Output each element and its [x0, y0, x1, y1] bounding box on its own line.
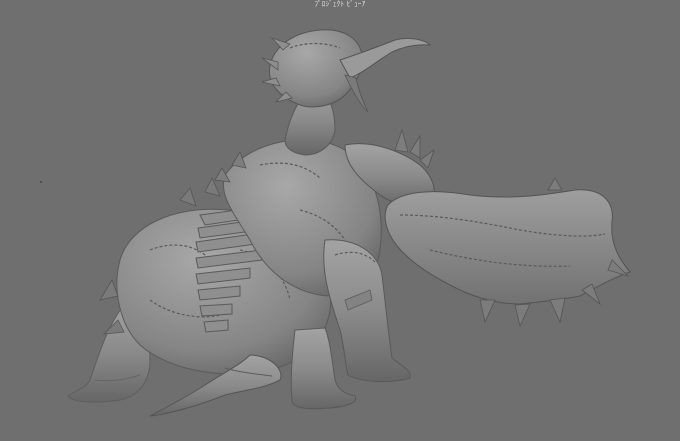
front-leg: [323, 239, 411, 383]
creature-head: [261, 29, 432, 113]
fan-tail: [384, 177, 631, 328]
3d-viewport[interactable]: ﾌﾟﾛｼﾞｪｸﾄ ﾋﾞｭｰｱ: [0, 0, 680, 441]
creature-model[interactable]: [0, 0, 680, 441]
